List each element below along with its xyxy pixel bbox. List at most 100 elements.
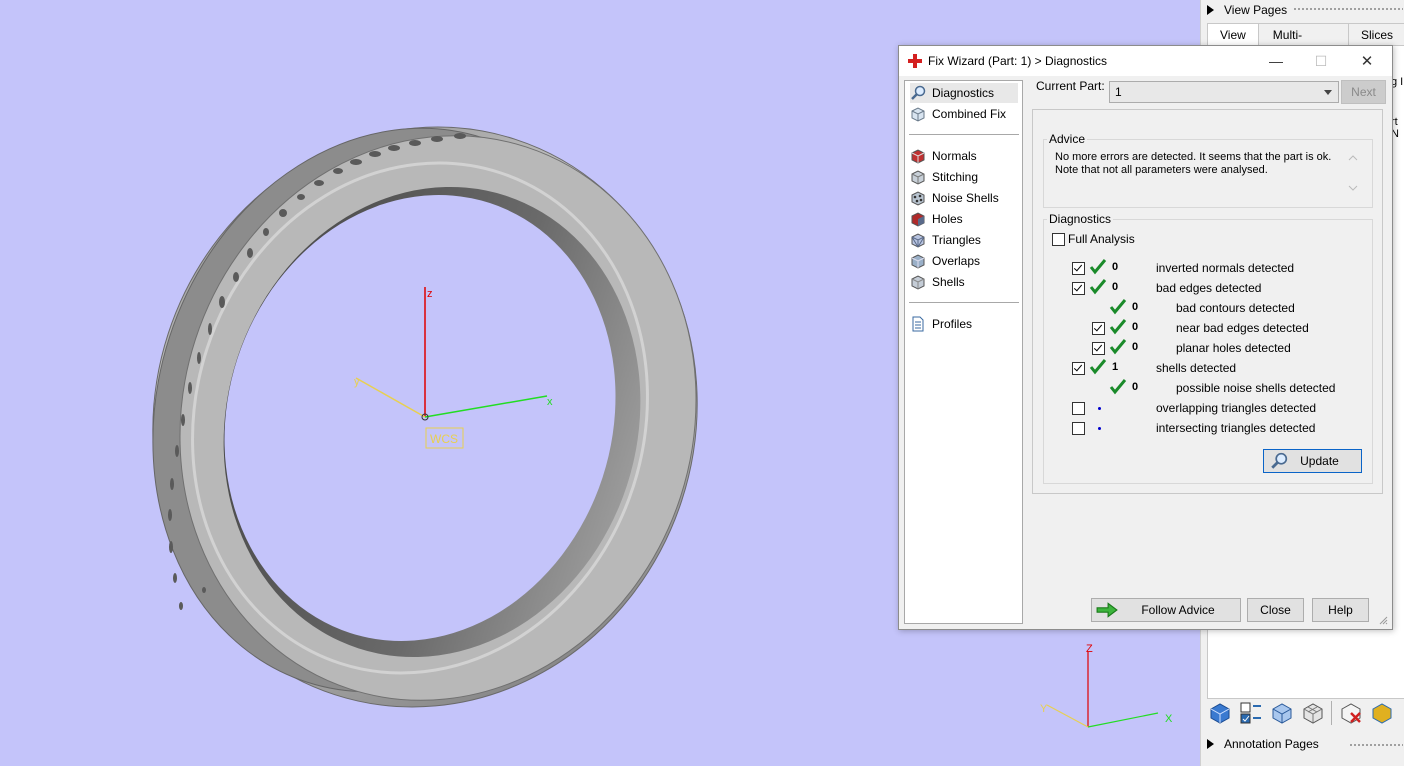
diagnostic-count: 0 (1132, 301, 1139, 313)
diagnostic-label: overlapping triangles detected (1156, 401, 1317, 415)
fix-wizard-dialog: Fix Wizard (Part: 1) > Diagnostics — ☐ ✕… (898, 45, 1393, 630)
diagnostic-checkbox[interactable] (1092, 322, 1105, 335)
mini-z-label: Z (1086, 643, 1093, 655)
shells-cube-icon (911, 275, 925, 290)
document-icon (912, 316, 924, 332)
nav-item-noise-shells[interactable]: Noise Shells (910, 188, 999, 208)
tab-slices[interactable]: Slices (1347, 23, 1404, 46)
triangles-cube-icon (911, 233, 925, 248)
tab-view[interactable]: View (1207, 23, 1259, 46)
update-button[interactable]: Update (1263, 449, 1362, 473)
nav-item-normals[interactable]: Normals (910, 146, 977, 166)
diagnostic-checkbox[interactable] (1092, 342, 1105, 355)
nav-item-combined-fix[interactable]: Combined Fix (910, 104, 1006, 124)
diagnostic-label: possible noise shells detected (1176, 381, 1336, 395)
nav-item-label: Overlaps (932, 254, 981, 268)
nav-item-shells[interactable]: Shells (910, 272, 965, 292)
magnifier-icon (911, 85, 926, 100)
y-axis-label: y (354, 376, 360, 388)
nav-item-label: Triangles (932, 233, 981, 247)
grip-dots[interactable] (1293, 7, 1403, 11)
green-check-icon (1089, 259, 1107, 275)
annotation-pages-label: Annotation Pages (1224, 737, 1319, 751)
tab-multi-section[interactable]: Multi-Section (1257, 23, 1349, 64)
nav-item-label: Profiles (932, 317, 973, 331)
mini-x-label: X (1165, 713, 1173, 725)
nav-item-label: Noise Shells (932, 191, 999, 205)
next-button[interactable]: Next (1341, 80, 1386, 104)
overlaps-cube-icon (911, 254, 925, 269)
chevron-down-icon (1324, 90, 1332, 95)
diagnostic-checkbox[interactable] (1072, 422, 1085, 435)
diagnostic-label: bad edges detected (1156, 281, 1262, 295)
nav-item-stitching[interactable]: Stitching (910, 167, 978, 187)
delete-part-icon[interactable] (1338, 700, 1364, 726)
normals-cube-icon (911, 149, 925, 164)
scroll-up-icon (1348, 155, 1358, 161)
orientation-triad: Z X Y (1040, 643, 1173, 728)
mini-y-label: Y (1040, 703, 1048, 715)
diagnostic-count: 0 (1132, 381, 1139, 393)
diagnostic-count: 0 (1132, 321, 1139, 333)
full-analysis-label: Full Analysis (1068, 232, 1135, 246)
resize-grip-icon[interactable] (1378, 615, 1388, 625)
part-view-icon[interactable] (1207, 700, 1233, 726)
diagnostic-count: 1 (1112, 361, 1119, 373)
expand-triangle-icon[interactable] (1207, 739, 1214, 749)
nav-item-label: Holes (932, 212, 963, 226)
nav-item-diagnostics[interactable]: Diagnostics (910, 83, 1018, 103)
diagnostics-title: Diagnostics (1047, 212, 1114, 226)
scroll-down-icon (1348, 185, 1358, 191)
green-check-icon (1089, 359, 1107, 375)
diagnostic-label: bad contours detected (1176, 301, 1295, 315)
close-button[interactable]: Close (1247, 598, 1304, 622)
advice-scrollbar[interactable] (1345, 150, 1361, 196)
close-window-button[interactable]: ✕ (1352, 50, 1382, 72)
nav-divider (909, 134, 1019, 135)
diagnostic-label: inverted normals detected (1156, 261, 1295, 275)
help-button[interactable]: Help (1312, 598, 1369, 622)
minimize-button[interactable]: — (1261, 50, 1291, 72)
follow-advice-label: Follow Advice (1141, 603, 1215, 617)
nav-item-label: Shells (932, 275, 965, 289)
diagnostic-checkbox[interactable] (1072, 282, 1085, 295)
view-pages-header[interactable]: View Pages (1207, 1, 1287, 19)
dialog-titlebar[interactable]: Fix Wizard (Part: 1) > Diagnostics — ☐ ✕ (899, 46, 1392, 76)
nav-item-holes[interactable]: Holes (910, 209, 963, 229)
diagnostic-label: shells detected (1156, 361, 1237, 375)
expand-triangle-icon[interactable] (1207, 5, 1214, 15)
dialog-title: Fix Wizard (Part: 1) > Diagnostics (928, 54, 1108, 68)
green-check-icon (1089, 279, 1107, 295)
full-analysis-checkbox[interactable] (1052, 233, 1065, 246)
current-part-label: Current Part: (1036, 79, 1105, 93)
mesh-view-icon[interactable] (1300, 700, 1326, 726)
diagnostic-count: 0 (1112, 281, 1119, 293)
magnifier-icon (1271, 452, 1288, 469)
nav-item-label: Diagnostics (932, 86, 995, 100)
annotation-pages-header[interactable]: Annotation Pages (1207, 735, 1319, 753)
advice-text: No more errors are detected. It seems th… (1055, 151, 1332, 176)
x-axis-label: x (547, 396, 553, 408)
view-pages-label: View Pages (1224, 3, 1288, 17)
green-arrow-icon (1096, 602, 1118, 618)
grip-dots[interactable] (1349, 743, 1403, 747)
diagnostic-checkbox[interactable] (1072, 402, 1085, 415)
checklist-icon[interactable] (1238, 700, 1264, 726)
color-part-icon[interactable] (1369, 700, 1395, 726)
nav-item-triangles[interactable]: Triangles (910, 230, 981, 250)
maximize-button[interactable]: ☐ (1306, 50, 1336, 72)
view-toolbar (1207, 700, 1400, 726)
current-part-value: 1 (1115, 85, 1122, 99)
update-button-label: Update (1300, 454, 1339, 468)
nav-item-profiles[interactable]: Profiles (910, 314, 972, 334)
follow-advice-button[interactable]: Follow Advice (1091, 598, 1241, 622)
current-part-select[interactable]: 1 (1109, 81, 1339, 103)
nav-item-overlaps[interactable]: Overlaps (910, 251, 980, 271)
nav-divider (909, 302, 1019, 303)
shell-view-icon[interactable] (1269, 700, 1295, 726)
stitching-cube-icon (911, 170, 925, 185)
holes-cube-icon (911, 212, 925, 227)
diagnostic-checkbox[interactable] (1072, 262, 1085, 275)
diagnostic-checkbox[interactable] (1072, 362, 1085, 375)
advice-title: Advice (1047, 132, 1088, 146)
